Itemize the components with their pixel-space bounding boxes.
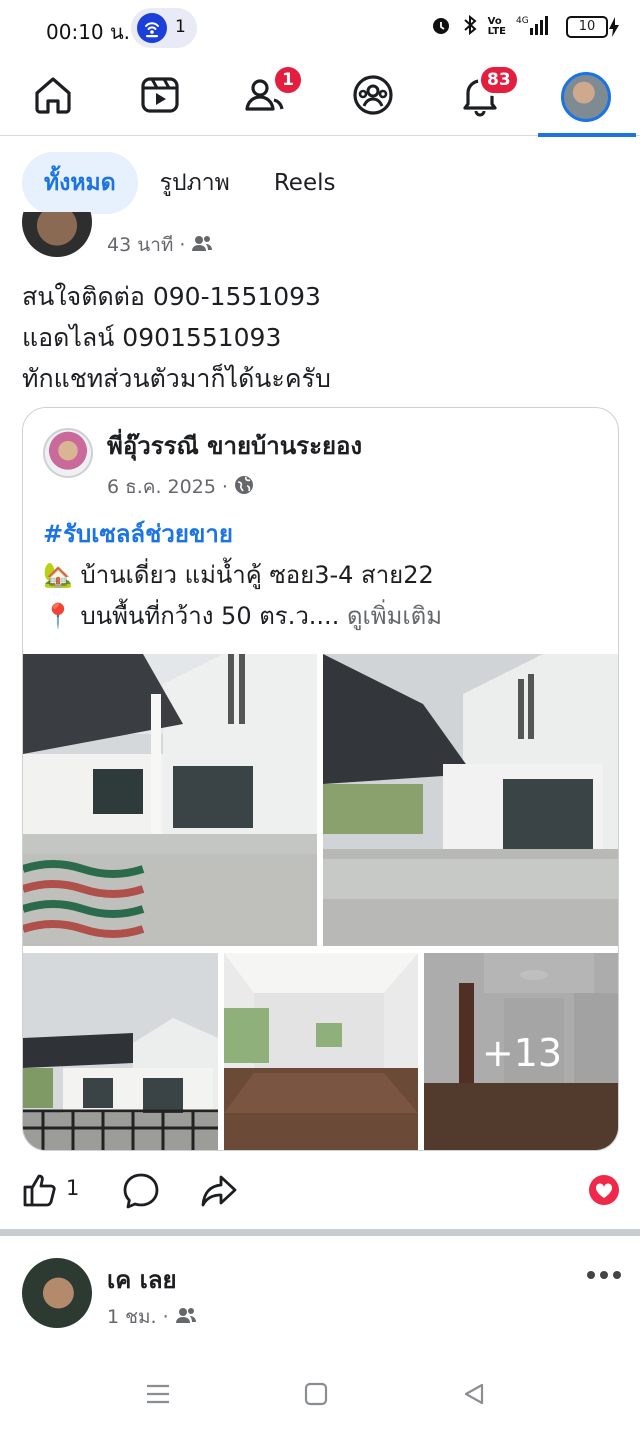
more-photos-overlay[interactable]: +13 [424,953,618,1150]
comment-icon [122,1173,160,1214]
post1-text: สนใจติดต่อ 090-1551093 แอดไลน์ 090155109… [22,276,331,399]
profile-avatar [561,72,611,122]
like-button[interactable] [22,1172,58,1212]
status-icons: Vo LTE 4G [430,14,550,40]
post2-time[interactable]: 1 ชม. [107,1302,157,1332]
post1-time[interactable]: 43 นาที [107,230,173,260]
volte-icon: Vo LTE [487,16,506,37]
nav-video[interactable] [120,66,200,128]
home-nav-icon[interactable] [304,1382,328,1410]
tab-all[interactable]: ทั้งหมด [22,152,138,214]
svg-text:4G: 4G [516,16,529,26]
charging-icon [608,16,620,42]
nav-groups[interactable] [333,66,413,128]
post1-meta: 43 นาที · [107,230,213,260]
post2-more-options-button[interactable] [586,1256,622,1289]
nav-notifications[interactable]: 83 [440,64,520,128]
shared-author-avatar[interactable] [43,428,93,478]
post1-actions: 1 [22,1168,622,1212]
shared-post-meta: 6 ธ.ค. 2025 · [107,472,254,502]
feed-divider [0,1229,640,1236]
battery-indicator: 10 [566,16,608,38]
see-more-link[interactable]: ดูเพิ่มเติม [347,602,442,630]
system-nav-bar [0,1358,640,1432]
notifications-badge: 83 [478,64,520,96]
interior-photo[interactable]: +13 [424,953,618,1150]
shared-post-card[interactable]: พี่อุ๊วรรณี ขายบ้านระยอง 6 ธ.ค. 2025 · #… [22,407,619,1151]
post1-line: ทักแชทส่วนตัวมาก็ได้นะครับ [22,364,331,393]
tab-reels[interactable]: Reels [252,152,358,214]
house-photo[interactable] [23,953,218,1150]
shared-line-1: 🏡 บ้านเดี่ยว แม่น้ำคู้ ซอย3-4 สาย22 [43,561,434,589]
video-icon [138,73,182,121]
house-emoji: 🏡 [43,561,73,589]
comment-button[interactable] [122,1172,160,1214]
groups-icon [351,73,395,121]
house-photo[interactable] [23,654,317,946]
hotspot-icon [137,13,167,43]
hotspot-count: 1 [175,17,186,37]
shared-author-name[interactable]: พี่อุ๊วรรณี ขายบ้านระยอง [107,426,362,465]
nav-home[interactable] [13,66,93,128]
globe-icon [234,475,254,500]
interior-photo[interactable] [224,953,418,1150]
tab-photos[interactable]: รูปภาพ [138,152,252,214]
filter-tabs: ทั้งหมด รูปภาพ Reels [22,152,357,214]
post2-author-avatar[interactable] [22,1258,92,1328]
thumbs-up-icon [22,1174,58,1212]
post1-author-avatar[interactable] [22,212,92,257]
post2-meta: 1 ชม. · [107,1302,197,1332]
shared-post-text: #รับเซลล์ช่วยขาย 🏡 บ้านเดี่ยว แม่น้ำคู้ … [43,514,442,637]
shared-line-2: 📍 บนพื้นที่กว้าง 50 ตร.ว.... ดูเพิ่มเติม [43,602,443,630]
home-icon [31,73,75,121]
top-nav-bar: 1 83 [0,58,640,137]
share-button[interactable] [200,1172,238,1214]
like-count: 1 [66,1176,80,1200]
pin-emoji: 📍 [43,602,73,630]
post2-author-name[interactable]: เค เลย [107,1260,177,1299]
back-icon[interactable] [462,1382,486,1410]
share-icon [200,1175,238,1214]
nav-active-indicator [538,133,636,137]
hashtag-link[interactable]: #รับเซลล์ช่วยขาย [43,514,442,555]
friends-badge: 1 [272,64,304,96]
signal-icon: 4G [516,14,550,40]
house-photo[interactable] [323,654,618,946]
post1-line: สนใจติดต่อ 090-1551093 [22,282,321,311]
nav-friends[interactable]: 1 [226,64,306,128]
nav-profile[interactable] [546,66,626,128]
love-reaction-icon[interactable] [588,1174,620,1210]
more-dots-icon [586,1256,622,1289]
battery-level: 10 [578,19,596,34]
friends-audience-icon [175,1306,197,1329]
friends-audience-icon [191,234,213,257]
shared-post-date[interactable]: 6 ธ.ค. 2025 [107,472,216,502]
bluetooth-icon [462,14,478,40]
recents-icon[interactable] [145,1382,171,1410]
post1-line: แอดไลน์ 0901551093 [22,323,282,352]
status-time: 00:10 น. [46,20,131,44]
hotspot-indicator: 1 [131,8,197,48]
alarm-icon [430,14,452,40]
status-bar: 00:10 น. 1 Vo LTE 4G 10 [0,0,640,58]
